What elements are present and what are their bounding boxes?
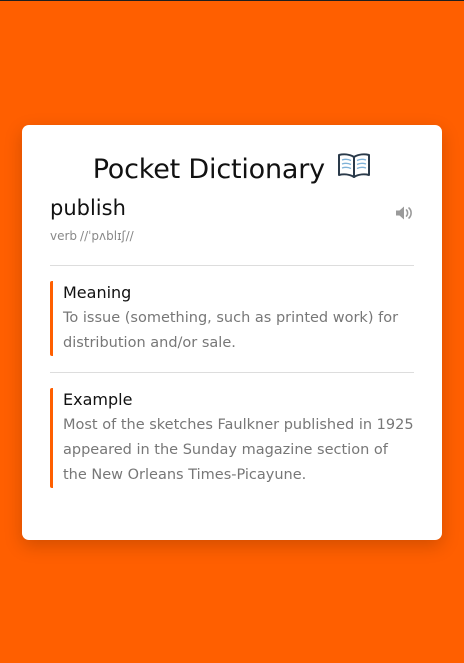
divider — [50, 265, 414, 266]
open-book-icon — [337, 152, 371, 187]
dictionary-card: Pocket Dictionary publish verb//ˈpʌblɪʃ/… — [22, 125, 442, 540]
example-text: Most of the sketches Faulkner published … — [63, 417, 414, 483]
word-details: verb//ˈpʌblɪʃ// — [50, 228, 414, 244]
page-title: Pocket Dictionary — [50, 125, 414, 187]
app-title: Pocket Dictionary — [92, 154, 325, 185]
meaning-heading: Meaning — [63, 283, 132, 302]
phonetic-text: //ˈpʌblɪʃ// — [80, 229, 134, 243]
example-section: Example Most of the sketches Faulkner pu… — [50, 388, 414, 488]
speaker-icon[interactable] — [394, 205, 414, 221]
divider — [50, 372, 414, 373]
meaning-section: Meaning To issue (something, such as pri… — [50, 281, 414, 356]
word-heading: publish — [50, 196, 126, 220]
part-of-speech: verb — [50, 229, 78, 243]
meaning-text: To issue (something, such as printed wor… — [63, 310, 399, 351]
example-heading: Example — [63, 390, 133, 409]
word-header: publish verb//ˈpʌblɪʃ// — [50, 194, 414, 244]
